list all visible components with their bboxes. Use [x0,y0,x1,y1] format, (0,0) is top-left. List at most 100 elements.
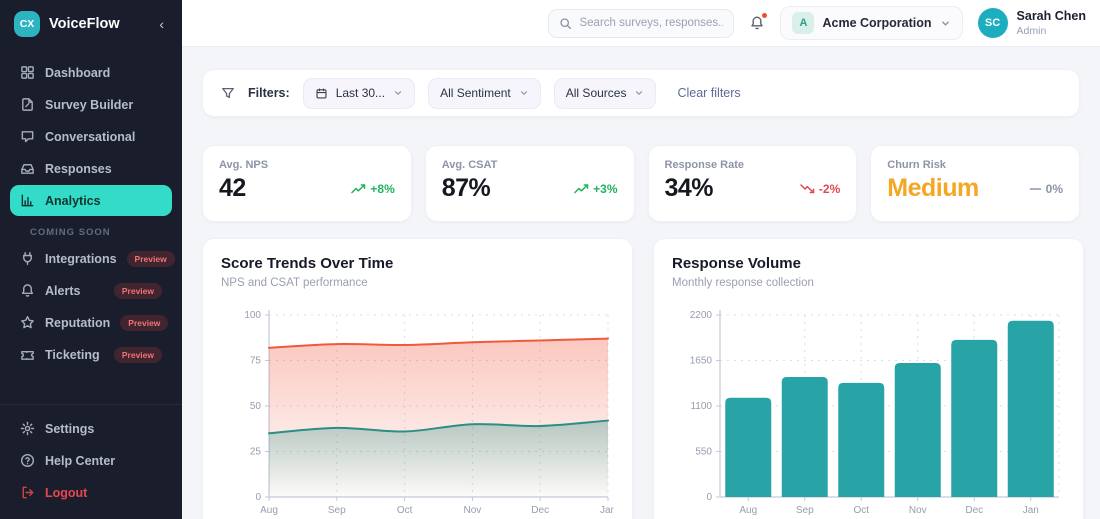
response-volume-chart: 0 550 1100 1650 2200 Aug Sep Oct Nov Dec Jan [690,310,1060,516]
svg-text:75: 75 [250,356,262,367]
sidebar-item-help-center[interactable]: Help Center [10,445,172,476]
sidebar-item-alerts[interactable]: Alerts Preview [10,275,172,306]
sidebar-collapse-icon[interactable]: ‹ [155,16,168,32]
svg-text:50: 50 [250,401,262,412]
svg-text:Oct: Oct [853,505,869,516]
preview-badge: Preview [113,346,162,363]
sidebar-item-label: Settings [45,421,95,436]
inbox-icon [20,161,35,176]
app-name: VoiceFlow [49,15,120,32]
filters-label: Filters: [248,86,290,100]
score-trends-card: Score Trends Over Time NPS and CSAT perf… [202,238,633,519]
kpi-label: Avg. NPS [219,159,269,171]
kpi-value: 87% [441,174,491,202]
topbar: A Acme Corporation SC Sarah Chen Admin [182,0,1100,47]
kpi-label: Churn Risk [887,159,946,171]
clear-filters-link[interactable]: Clear filters [677,86,740,100]
chart-title: Score Trends Over Time [221,255,394,272]
sidebar-item-label: Help Center [45,453,116,468]
kpi-label: Response Rate [664,159,744,171]
search-box[interactable] [548,8,735,38]
chevron-down-icon [393,88,403,98]
svg-text:Oct: Oct [397,505,413,516]
search-icon [559,17,572,30]
dashboard-icon [20,65,35,80]
sentiment-dropdown[interactable]: All Sentiment [428,77,541,109]
sidebar-item-ticketing[interactable]: Ticketing Preview [10,339,172,370]
sidebar-item-reputation[interactable]: Reputation Preview [10,307,172,338]
sources-dropdown[interactable]: All Sources [553,77,657,109]
kpi-trend: -2% [800,182,840,196]
filters-bar: Filters: Last 30... All Sentiment All So… [202,69,1080,117]
notification-dot [761,12,769,19]
svg-text:1100: 1100 [690,401,712,412]
sidebar-item-analytics[interactable]: Analytics [10,185,172,216]
svg-text:2200: 2200 [690,310,713,321]
ticket-icon [20,347,35,362]
chart-title: Response Volume [672,255,801,272]
sidebar-item-survey-builder[interactable]: Survey Builder [10,89,172,120]
logout-icon [20,485,35,500]
sidebar-item-label: Survey Builder [45,97,134,112]
svg-text:Dec: Dec [965,505,983,516]
svg-text:0: 0 [706,492,712,503]
svg-text:Nov: Nov [909,505,927,516]
chevron-down-icon [940,18,951,29]
svg-text:Aug: Aug [260,505,278,516]
response-volume-card: Response Volume Monthly response collect… [653,238,1084,519]
star-icon [20,315,35,330]
trending-down-icon [800,183,815,194]
notifications-button[interactable] [749,12,769,31]
trending-up-icon [351,183,366,194]
sidebar-item-label: Responses [45,161,112,176]
kpi-card-churn-risk: Churn Risk Medium 0% [870,145,1080,222]
filter-funnel-icon [221,86,235,100]
svg-text:100: 100 [244,310,261,321]
kpi-card-avg-nps: Avg. NPS 42 +8% [202,145,412,222]
sidebar-item-label: Analytics [45,193,101,208]
svg-text:Aug: Aug [739,505,757,516]
kpi-value: Medium [887,174,979,202]
plug-icon [20,251,35,266]
kpi-trend: +3% [574,182,618,196]
sidebar-item-settings[interactable]: Settings [10,413,172,444]
sidebar-item-label: Reputation [45,315,111,330]
search-input[interactable] [579,17,724,29]
sidebar-item-integrations[interactable]: Integrations Preview [10,243,175,274]
org-selector[interactable]: A Acme Corporation [780,6,963,40]
sidebar-item-logout[interactable]: Logout [10,477,172,508]
kpi-value: 42 [219,174,246,202]
kpi-row: Avg. NPS 42 +8% Avg. CSAT 87% +3% Respon… [202,145,1080,222]
analytics-icon [20,193,35,208]
kpi-value: 34% [664,174,714,202]
sources-value: All Sources [565,86,627,100]
sidebar-item-label: Logout [45,485,88,500]
kpi-label: Avg. CSAT [441,159,498,171]
date-range-dropdown[interactable]: Last 30... [302,77,416,109]
svg-text:Jan: Jan [600,505,614,516]
sidebar-footer: Settings Help Center Logout [0,404,182,519]
kpi-card-avg-csat: Avg. CSAT 87% +3% [424,145,635,222]
svg-text:25: 25 [250,447,262,458]
minus-icon [1029,184,1042,194]
org-avatar: A [792,12,815,34]
sidebar-item-label: Dashboard [45,65,111,80]
chevron-down-icon [634,88,644,98]
sidebar: CX VoiceFlow ‹ Dashboard Survey Builder … [0,0,182,519]
sidebar-nav: Dashboard Survey Builder Conversational … [0,47,182,371]
sidebar-item-dashboard[interactable]: Dashboard [10,57,172,88]
survey-builder-icon [20,97,35,112]
org-name: Acme Corporation [822,16,932,30]
sidebar-item-label: Integrations [45,251,117,266]
sidebar-item-responses[interactable]: Responses [10,153,172,184]
user-menu[interactable]: SC Sarah Chen Admin [977,8,1086,38]
svg-text:Nov: Nov [464,505,482,516]
score-trends-chart: 0 25 50 75 100 Aug Sep Oct Nov Dec Jan [244,310,614,516]
sidebar-item-label: Ticketing [45,347,100,362]
charts-row: Score Trends Over Time NPS and CSAT perf… [202,238,1084,519]
sidebar-item-conversational[interactable]: Conversational [10,121,172,152]
date-range-value: Last 30... [335,86,386,100]
preview-badge: Preview [120,314,169,331]
chevron-down-icon [519,88,529,98]
